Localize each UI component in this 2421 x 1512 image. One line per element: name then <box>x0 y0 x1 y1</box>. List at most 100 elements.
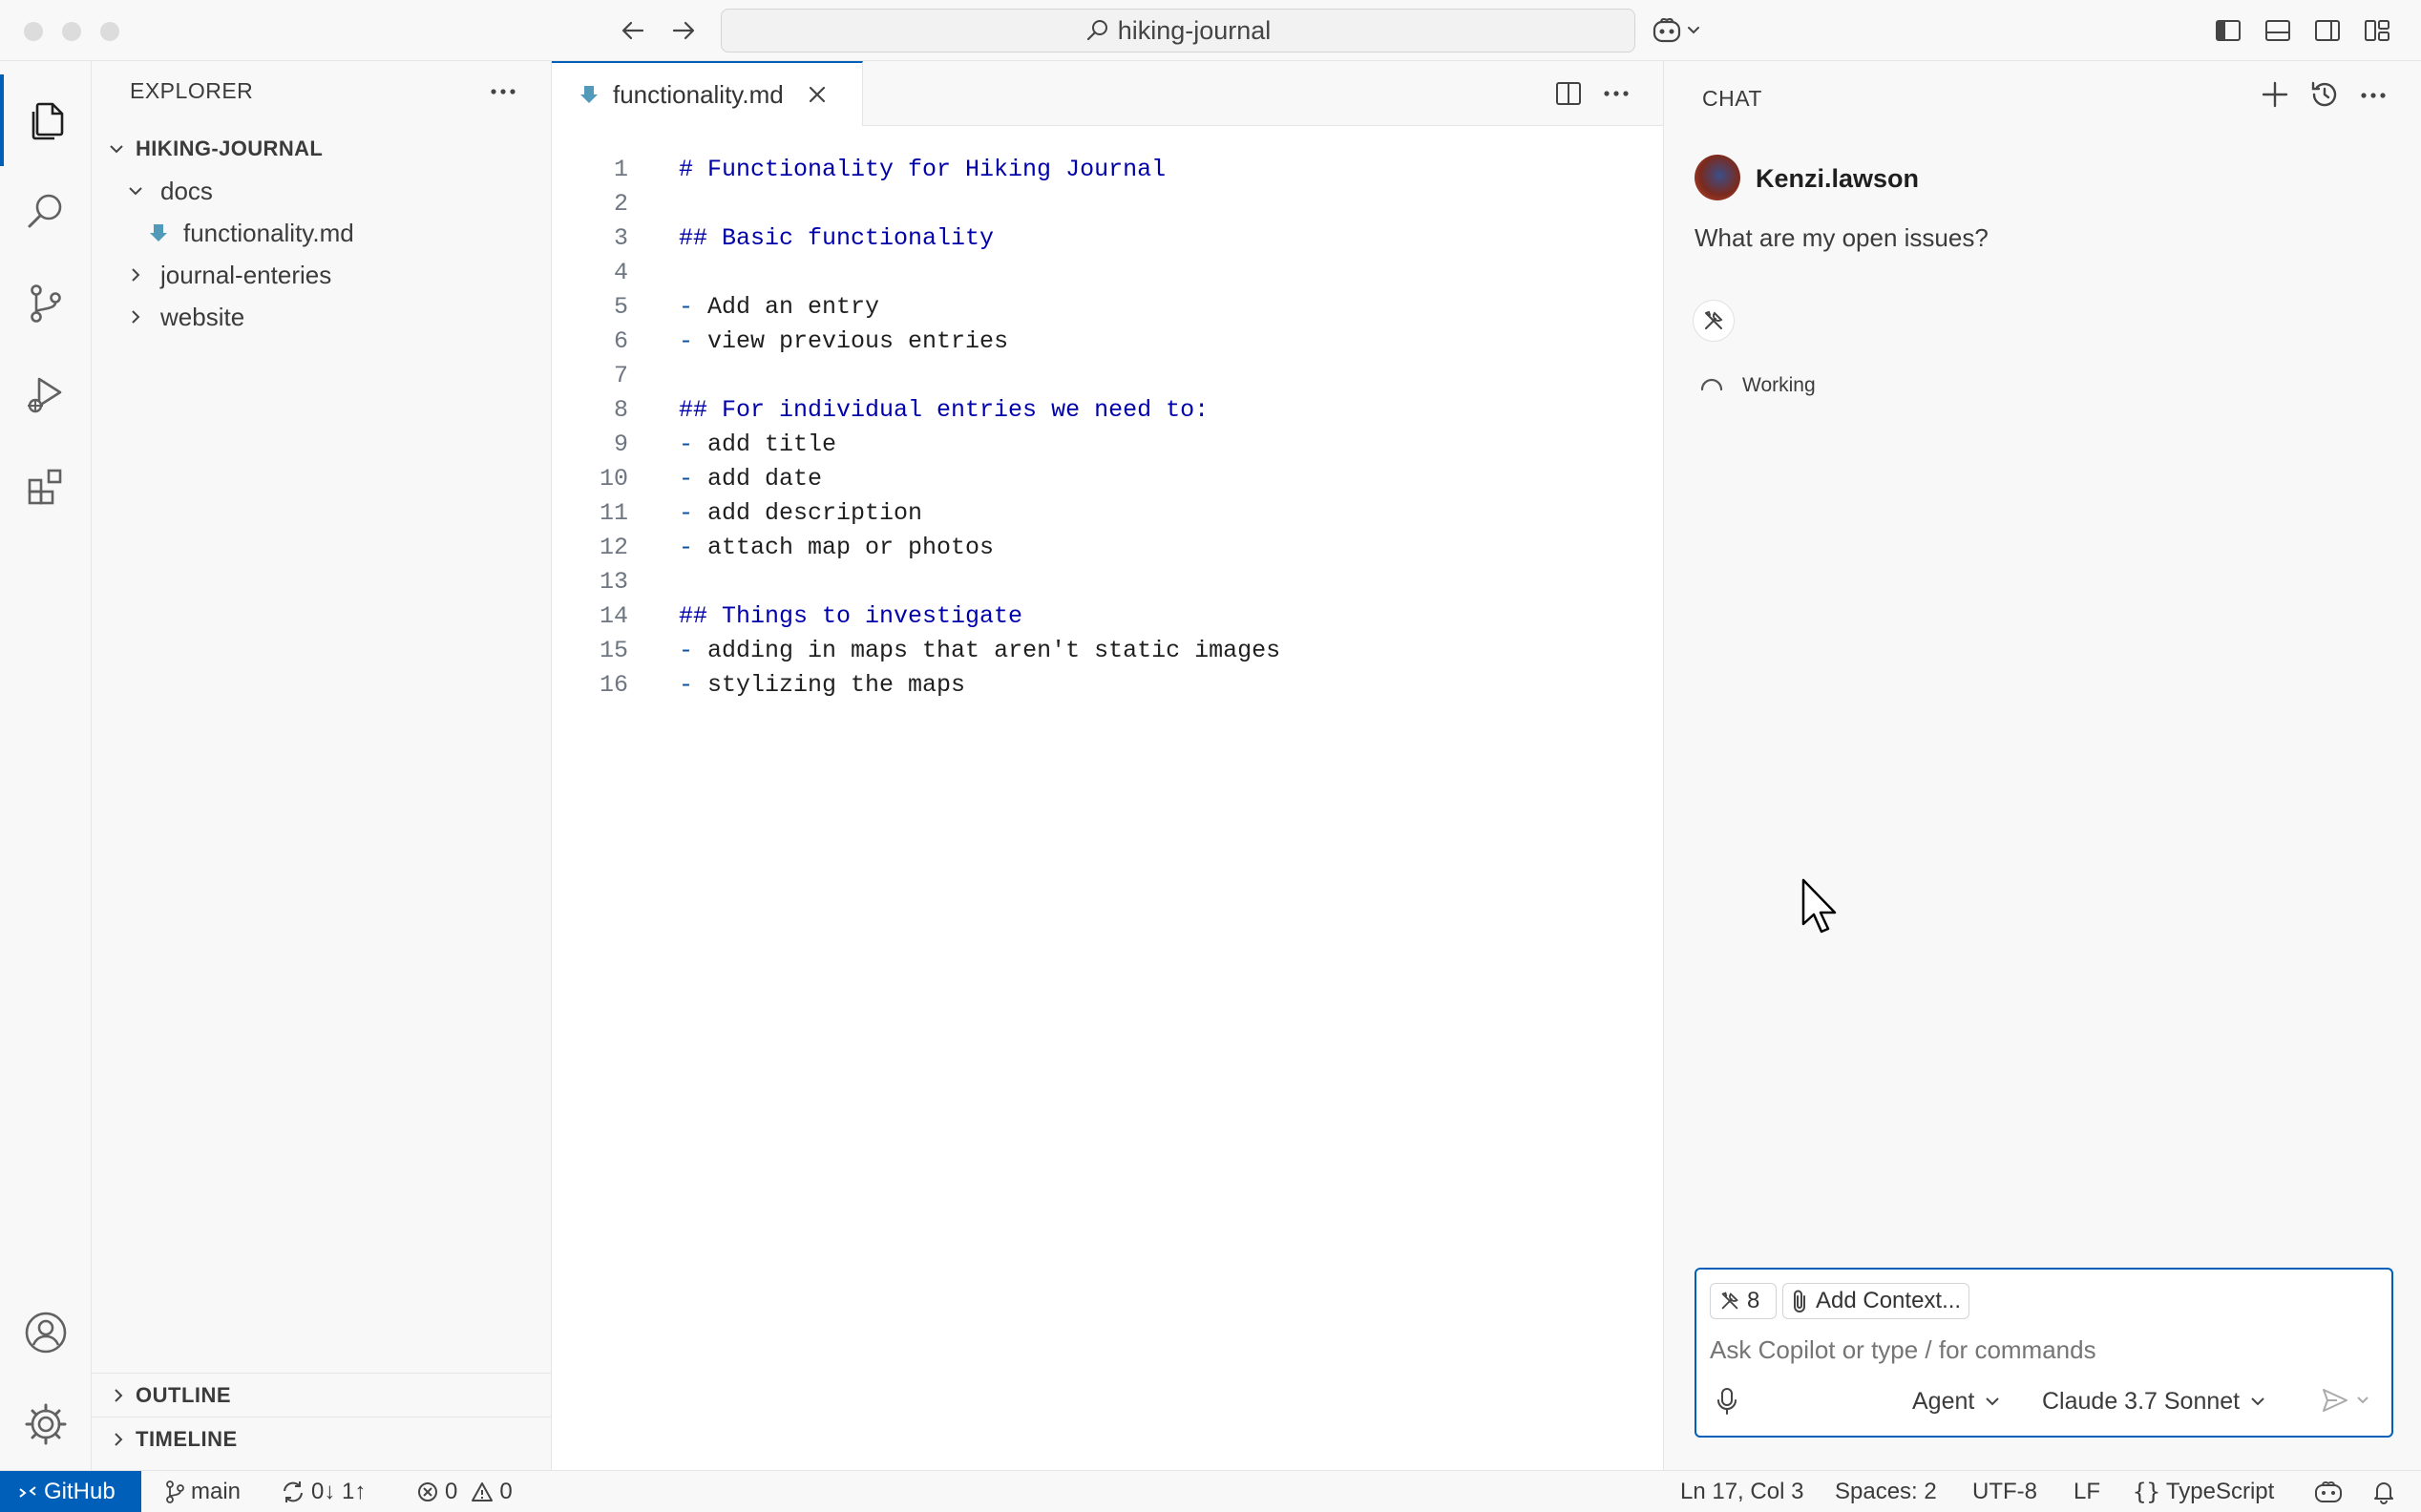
branch-indicator[interactable]: main <box>164 1471 241 1512</box>
mode-picker[interactable]: Agent <box>1912 1384 2001 1418</box>
list-item-text: Add an entry <box>707 293 880 321</box>
send-button[interactable] <box>2321 1386 2370 1415</box>
language-label: TypeScript <box>2165 1479 2275 1504</box>
tree-file-functionality-md[interactable]: functionality.md <box>92 212 551 254</box>
toggle-secondary-sidebar-icon[interactable] <box>2310 13 2345 48</box>
accounts-icon[interactable] <box>0 1287 92 1378</box>
code-line: 6 - view previous entries <box>552 325 1659 359</box>
new-chat-plus-icon[interactable] <box>2260 79 2290 110</box>
tree-item-label: journal-enteries <box>160 260 332 289</box>
minimize-window-button[interactable] <box>62 22 81 41</box>
chevron-right-icon <box>122 262 149 288</box>
chat-input-box[interactable]: 8 Add Context... Agent Claude 3.7 Sonnet <box>1695 1268 2393 1438</box>
more-actions-icon[interactable] <box>489 82 517 101</box>
copilot-menu-icon[interactable] <box>1652 13 1705 48</box>
model-picker[interactable]: Claude 3.7 Sonnet <box>2042 1384 2266 1418</box>
tree-folder-journal-enteries[interactable]: journal-enteries <box>92 254 551 296</box>
customize-layout-icon[interactable] <box>2360 13 2394 48</box>
split-editor-icon[interactable] <box>1554 79 1583 108</box>
tree-folder-website[interactable]: website <box>92 296 551 338</box>
tools-picker-button[interactable]: 8 <box>1710 1283 1777 1319</box>
add-context-button[interactable]: Add Context... <box>1782 1283 1970 1319</box>
list-item-text: view previous entries <box>707 327 1009 355</box>
run-and-debug-icon[interactable] <box>0 349 92 441</box>
tree-folder-docs[interactable]: docs <box>92 170 551 212</box>
markdown-heading: ## Things to investigate <box>679 602 1023 630</box>
code-editor[interactable]: 1 # Functionality for Hiking Journal 2 3 ## … <box>552 126 1663 1470</box>
list-bullet: - <box>679 327 708 355</box>
notifications-bell-icon[interactable] <box>2371 1471 2396 1512</box>
forward-arrow-icon[interactable] <box>666 13 701 48</box>
chevron-down-icon <box>1984 1393 2001 1410</box>
markdown-file-icon <box>579 84 600 105</box>
manage-gear-icon[interactable] <box>0 1378 92 1470</box>
cursor-position[interactable]: Ln 17, Col 3 <box>1680 1471 1803 1512</box>
add-context-label: Add Context... <box>1816 1288 1962 1313</box>
error-count: 0 <box>445 1479 458 1504</box>
line-number: 16 <box>599 671 628 699</box>
editor-more-actions-icon[interactable] <box>1602 84 1631 103</box>
warning-count: 0 <box>499 1479 513 1504</box>
list-item-text: attach map or photos <box>707 534 995 561</box>
close-tab-icon[interactable] <box>807 84 828 105</box>
explorer-sidebar: EXPLORER HIKING-JOURNAL docs functionali… <box>92 61 552 1470</box>
tab-functionality-md[interactable]: functionality.md <box>552 61 863 126</box>
code-text: - stylizing the maps <box>679 668 965 703</box>
sync-indicator[interactable]: 0↓ 1↑ <box>281 1471 366 1512</box>
branch-label: main <box>191 1479 242 1504</box>
remote-icon <box>17 1481 38 1502</box>
activity-bar <box>0 61 92 1470</box>
command-center-search[interactable]: hiking-journal <box>721 9 1635 52</box>
list-item-text: add date <box>707 465 823 493</box>
code-line: 5 - Add an entry <box>552 290 1659 325</box>
chat-message-input[interactable] <box>1710 1331 2378 1369</box>
code-line: 3 ## Basic functionality <box>552 221 1659 256</box>
line-number: 5 <box>613 293 628 321</box>
markdown-file-icon <box>145 220 172 246</box>
code-line: 15 - adding in maps that aren't static im… <box>552 634 1659 668</box>
remote-label: GitHub <box>44 1479 116 1504</box>
chat-history-icon[interactable] <box>2309 79 2340 110</box>
user-avatar <box>1695 155 1740 200</box>
tab-label: functionality.md <box>613 79 784 109</box>
chevron-down-icon <box>2249 1393 2266 1410</box>
toggle-primary-sidebar-icon[interactable] <box>2211 13 2245 48</box>
user-name: Kenzi.lawson <box>1756 164 1920 193</box>
maximize-window-button[interactable] <box>100 22 119 41</box>
mode-label: Agent <box>1912 1387 1975 1415</box>
send-icon <box>2321 1386 2349 1415</box>
line-number: 4 <box>613 259 628 286</box>
explorer-icon[interactable] <box>0 74 92 166</box>
toggle-panel-icon[interactable] <box>2261 13 2295 48</box>
list-item-text: stylizing the maps <box>707 671 966 699</box>
language-mode[interactable]: {} TypeScript <box>2133 1471 2274 1512</box>
copilot-status-icon[interactable] <box>2314 1471 2343 1512</box>
problems-indicator[interactable]: 0 0 <box>416 1471 513 1512</box>
back-arrow-icon[interactable] <box>616 13 650 48</box>
end-of-line[interactable]: LF <box>2074 1471 2100 1512</box>
extensions-icon[interactable] <box>0 441 92 533</box>
search-icon[interactable] <box>0 166 92 258</box>
outline-section-header[interactable]: OUTLINE <box>92 1373 551 1417</box>
indentation[interactable]: Spaces: 2 <box>1835 1471 1937 1512</box>
chevron-right-icon <box>105 1386 132 1405</box>
markdown-heading: ## Basic functionality <box>679 224 995 252</box>
workspace-root[interactable]: HIKING-JOURNAL <box>92 128 551 170</box>
tree-item-label: website <box>160 302 245 331</box>
warning-icon <box>471 1480 494 1503</box>
chat-more-actions-icon[interactable] <box>2359 86 2388 105</box>
close-window-button[interactable] <box>24 22 43 41</box>
timeline-section-header[interactable]: TIMELINE <box>92 1417 551 1460</box>
list-bullet: - <box>679 499 708 527</box>
microphone-icon[interactable] <box>1716 1386 1738 1417</box>
source-control-icon[interactable] <box>0 258 92 349</box>
encoding[interactable]: UTF-8 <box>1972 1471 2037 1512</box>
tools-count: 8 <box>1747 1288 1760 1313</box>
code-line: 9 - add title <box>552 428 1659 462</box>
search-icon <box>1085 18 1110 43</box>
remote-indicator[interactable]: GitHub <box>0 1471 141 1512</box>
chevron-down-icon <box>103 136 130 162</box>
code-text: - view previous entries <box>679 325 1008 359</box>
timeline-label: TIMELINE <box>136 1426 238 1451</box>
code-text: - add title <box>679 428 836 462</box>
